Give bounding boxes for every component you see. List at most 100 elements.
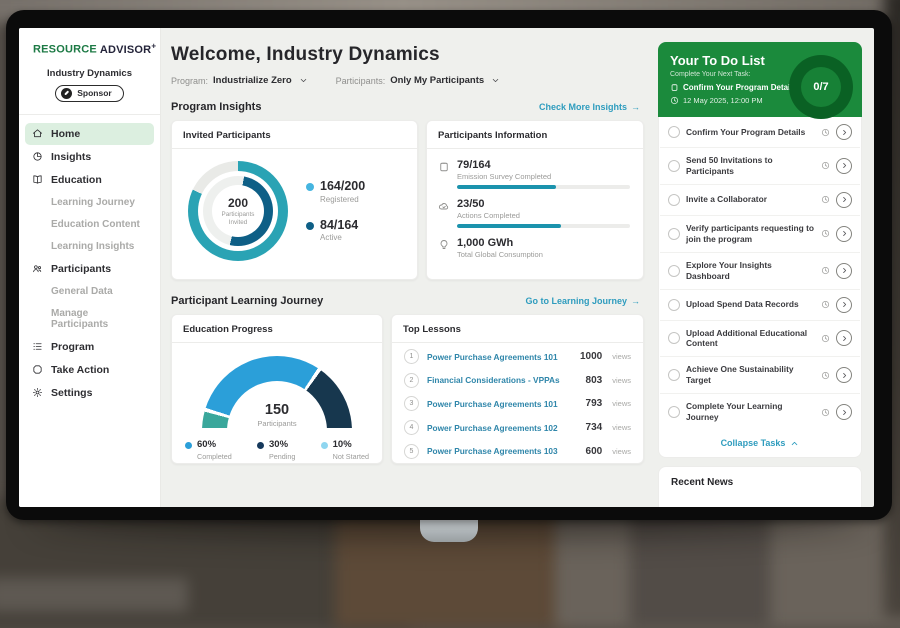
sponsor-label: Sponsor xyxy=(77,88,111,98)
task-open-button[interactable] xyxy=(836,192,852,208)
sidebar-item-take-action[interactable]: Take Action xyxy=(25,359,154,381)
section-title: Participant Learning Journey xyxy=(171,295,323,307)
task-row[interactable]: Invite a Collaborator xyxy=(660,185,860,216)
sidebar-item-home[interactable]: Home xyxy=(25,123,154,145)
legend-active: 84/164 Active xyxy=(306,219,365,243)
clock-icon xyxy=(670,96,679,105)
task-open-button[interactable] xyxy=(836,124,852,140)
program-dropdown[interactable]: Program: Industrialize Zero xyxy=(171,75,308,86)
task-checkbox[interactable] xyxy=(668,228,680,240)
lesson-link[interactable]: Power Purchase Agreements 101 xyxy=(427,399,578,409)
lesson-link[interactable]: Power Purchase Agreements 102 xyxy=(427,423,578,433)
chevron-right-icon xyxy=(841,162,848,169)
task-row[interactable]: Confirm Your Program Details xyxy=(660,117,860,148)
task-row[interactable]: Upload Additional Educational Content xyxy=(660,321,860,358)
chevron-right-icon xyxy=(841,196,848,203)
chevron-right-icon xyxy=(841,301,848,308)
legend-not-started: 10% Not Started xyxy=(321,440,369,461)
chevron-right-icon xyxy=(841,409,848,416)
sidebar-item-learning-journey[interactable]: Learning Journey xyxy=(25,192,154,213)
task-row[interactable]: Send 50 Invitations to Participants xyxy=(660,148,860,185)
dashboard-screen: RESOURCE ADVISOR+ Industry Dynamics Spon… xyxy=(19,28,874,507)
stat-progress xyxy=(457,185,630,189)
sidebar-item-settings[interactable]: Settings xyxy=(25,382,154,404)
chevron-right-icon xyxy=(841,335,848,342)
invited-participants-card: Invited Participants 200 Participants In… xyxy=(171,120,418,280)
sidebar-item-program[interactable]: Program xyxy=(25,336,154,358)
gear-icon xyxy=(32,387,43,398)
lesson-row: 5 Power Purchase Agreements 103 600 view… xyxy=(404,444,631,459)
task-checkbox[interactable] xyxy=(668,369,680,381)
card-title: Top Lessons xyxy=(392,315,643,343)
task-open-button[interactable] xyxy=(836,404,852,420)
donut-center: 200 Participants Invited xyxy=(212,185,264,237)
chevron-up-icon xyxy=(790,440,799,447)
participants-dropdown[interactable]: Participants: Only My Participants xyxy=(336,75,501,86)
learning-card-row: Education Progress 150 Participants 60% … xyxy=(171,314,644,464)
sidebar-item-general-data[interactable]: General Data xyxy=(25,281,154,302)
task-checkbox[interactable] xyxy=(668,332,680,344)
sidebar-item-manage-participants[interactable]: Manage Participants xyxy=(25,303,154,335)
sidebar-item-participants[interactable]: Participants xyxy=(25,258,154,280)
take-action-icon xyxy=(32,364,43,375)
lesson-row: 4 Power Purchase Agreements 102 734 view… xyxy=(404,420,631,435)
sidebar-item-learning-insights[interactable]: Learning Insights xyxy=(25,236,154,257)
clock-icon xyxy=(821,195,830,204)
donut-legend: 164/200 Registered 84/164 Active xyxy=(306,180,365,242)
task-open-button[interactable] xyxy=(836,297,852,313)
task-checkbox[interactable] xyxy=(668,160,680,172)
lesson-row: 2 Financial Considerations - VPPAs 803 v… xyxy=(404,373,631,388)
task-checkbox[interactable] xyxy=(668,265,680,277)
actions-icon xyxy=(438,200,450,212)
sidebar-item-education-content[interactable]: Education Content xyxy=(25,214,154,235)
sidebar-item-education[interactable]: Education xyxy=(25,169,154,191)
task-row[interactable]: Upload Spend Data Records xyxy=(660,290,860,321)
todo-counter: 0/7 xyxy=(801,67,841,107)
task-checkbox[interactable] xyxy=(668,194,680,206)
gauge-center: 150 Participants xyxy=(202,403,352,429)
task-checkbox[interactable] xyxy=(668,126,680,138)
donut-inner: 200 Participants Invited xyxy=(203,176,273,246)
task-row[interactable]: Explore Your Insights Dashboard xyxy=(660,253,860,290)
education-icon xyxy=(32,174,43,185)
chevron-right-icon xyxy=(841,129,848,136)
task-open-button[interactable] xyxy=(836,226,852,242)
todo-column: Your To Do List Complete Your Next Task:… xyxy=(652,28,874,507)
insights-card-row: Invited Participants 200 Participants In… xyxy=(171,120,644,280)
section-title: Program Insights xyxy=(171,101,261,113)
task-checkbox[interactable] xyxy=(668,406,680,418)
lesson-link[interactable]: Financial Considerations - VPPAs xyxy=(427,375,578,385)
legend-dot xyxy=(306,222,314,230)
gauge-legend: 60% Completed 30% Pending 10% Not Starte… xyxy=(172,440,382,461)
page-title: Welcome, Industry Dynamics xyxy=(171,44,644,66)
app-logo: RESOURCE ADVISOR+ xyxy=(19,41,160,56)
go-to-learning-journey-link[interactable]: Go to Learning Journey → xyxy=(525,296,640,306)
task-row[interactable]: Achieve One Sustainability Target xyxy=(660,357,860,394)
legend-completed: 60% Completed xyxy=(185,440,232,461)
task-checkbox[interactable] xyxy=(668,299,680,311)
check-more-insights-link[interactable]: Check More Insights → xyxy=(539,102,640,112)
lesson-link[interactable]: Power Purchase Agreements 101 xyxy=(427,352,572,362)
lesson-row: 3 Power Purchase Agreements 101 793 view… xyxy=(404,396,631,411)
clock-icon xyxy=(821,371,830,380)
task-open-button[interactable] xyxy=(836,263,852,279)
sponsor-badge[interactable]: Sponsor xyxy=(55,85,123,102)
rank-badge: 2 xyxy=(404,373,419,388)
sidebar-divider xyxy=(19,114,160,115)
home-icon xyxy=(32,128,43,139)
sponsor-icon xyxy=(61,88,72,99)
task-row[interactable]: Complete Your Learning Journey xyxy=(660,394,860,430)
participants-icon xyxy=(32,263,43,274)
collapse-tasks-link[interactable]: Collapse Tasks xyxy=(660,430,860,457)
task-open-button[interactable] xyxy=(836,330,852,346)
lesson-link[interactable]: Power Purchase Agreements 103 xyxy=(427,446,578,456)
task-open-button[interactable] xyxy=(836,367,852,383)
task-row[interactable]: Verify participants requesting to join t… xyxy=(660,216,860,253)
insights-icon xyxy=(32,151,43,162)
task-open-button[interactable] xyxy=(836,158,852,174)
arrow-right-icon: → xyxy=(631,102,640,112)
sidebar-item-insights[interactable]: Insights xyxy=(25,146,154,168)
card-title: Participants Information xyxy=(427,121,643,149)
chevron-right-icon xyxy=(841,372,848,379)
task-list: Confirm Your Program Details Send 50 Inv… xyxy=(658,117,862,458)
